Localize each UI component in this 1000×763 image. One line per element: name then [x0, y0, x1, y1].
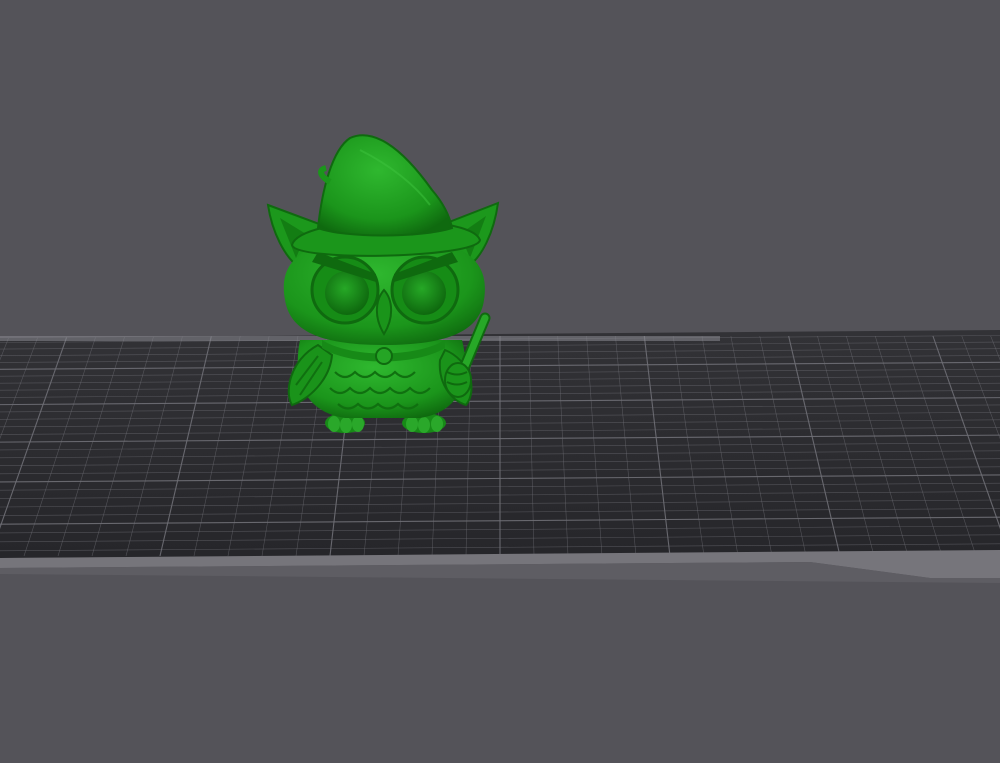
wizard-hat-icon	[316, 134, 454, 237]
build-plate[interactable]	[0, 329, 1000, 583]
necklace-pendant-icon	[375, 347, 393, 365]
3d-viewport[interactable]	[0, 0, 1000, 763]
owl-wizard-model[interactable]	[266, 134, 500, 433]
scene-canvas[interactable]	[0, 0, 1000, 763]
